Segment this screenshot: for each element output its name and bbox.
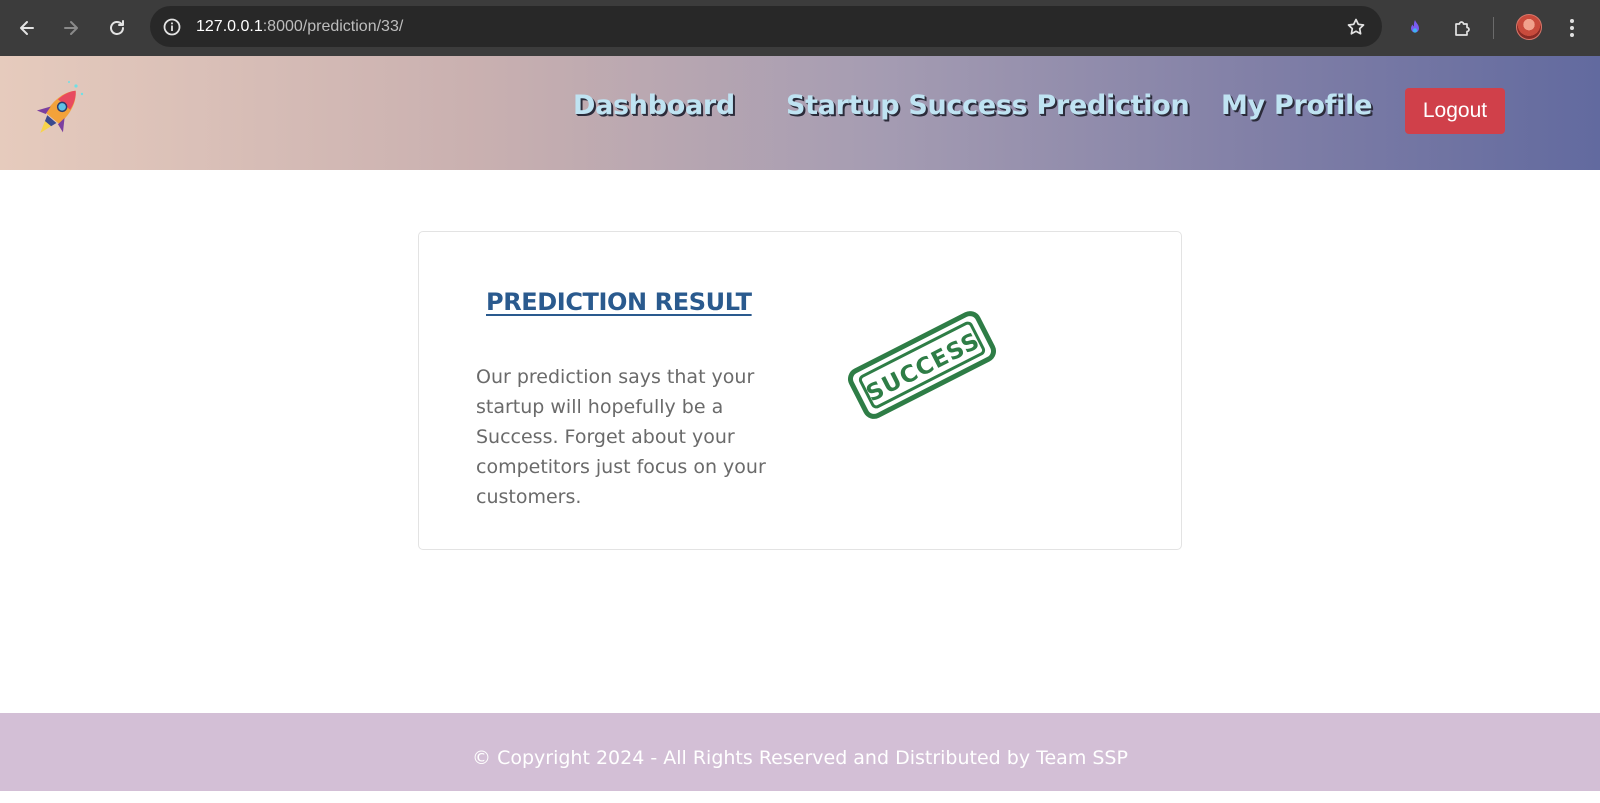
forward-icon[interactable] <box>55 12 87 44</box>
nav-my-profile[interactable]: My Profile <box>1221 90 1372 121</box>
result-message: Our prediction says that your startup wi… <box>476 366 766 508</box>
url-host: 127.0.0.1 <box>196 18 263 35</box>
logout-button[interactable]: Logout <box>1405 88 1505 134</box>
extensions-puzzle-icon[interactable] <box>1448 14 1476 42</box>
rocket-logo[interactable] <box>22 78 92 148</box>
address-bar[interactable]: 127.0.0.1:8000/prediction/33/ <box>150 6 1382 47</box>
reload-icon[interactable] <box>101 12 133 44</box>
success-stamp-image: SUCCESS <box>847 310 997 420</box>
profile-avatar[interactable] <box>1516 14 1542 40</box>
back-icon[interactable] <box>11 12 43 44</box>
url-path: :8000/prediction/33/ <box>262 18 404 35</box>
site-header: Dashboard Startup Success Prediction My … <box>0 56 1600 170</box>
nav-dashboard[interactable]: Dashboard <box>573 90 735 121</box>
url-text[interactable]: 127.0.0.1:8000/prediction/33/ <box>196 6 403 47</box>
browser-toolbar: 127.0.0.1:8000/prediction/33/ <box>0 0 1600 56</box>
site-info-icon[interactable] <box>160 15 184 39</box>
result-title: PREDICTION RESULT <box>486 288 752 316</box>
prediction-result-card: PREDICTION RESULT Our prediction says th… <box>418 231 1182 550</box>
bookmark-star-icon[interactable] <box>1344 15 1368 39</box>
menu-kebab-icon[interactable] <box>1560 12 1584 44</box>
nav-startup-success-prediction[interactable]: Startup Success Prediction <box>786 90 1190 121</box>
footer-copyright: © Copyright 2024 - All Rights Reserved a… <box>472 747 1128 769</box>
extension-flame-icon[interactable] <box>1401 14 1429 42</box>
toolbar-divider <box>1493 17 1494 39</box>
site-footer: © Copyright 2024 - All Rights Reserved a… <box>0 713 1600 791</box>
